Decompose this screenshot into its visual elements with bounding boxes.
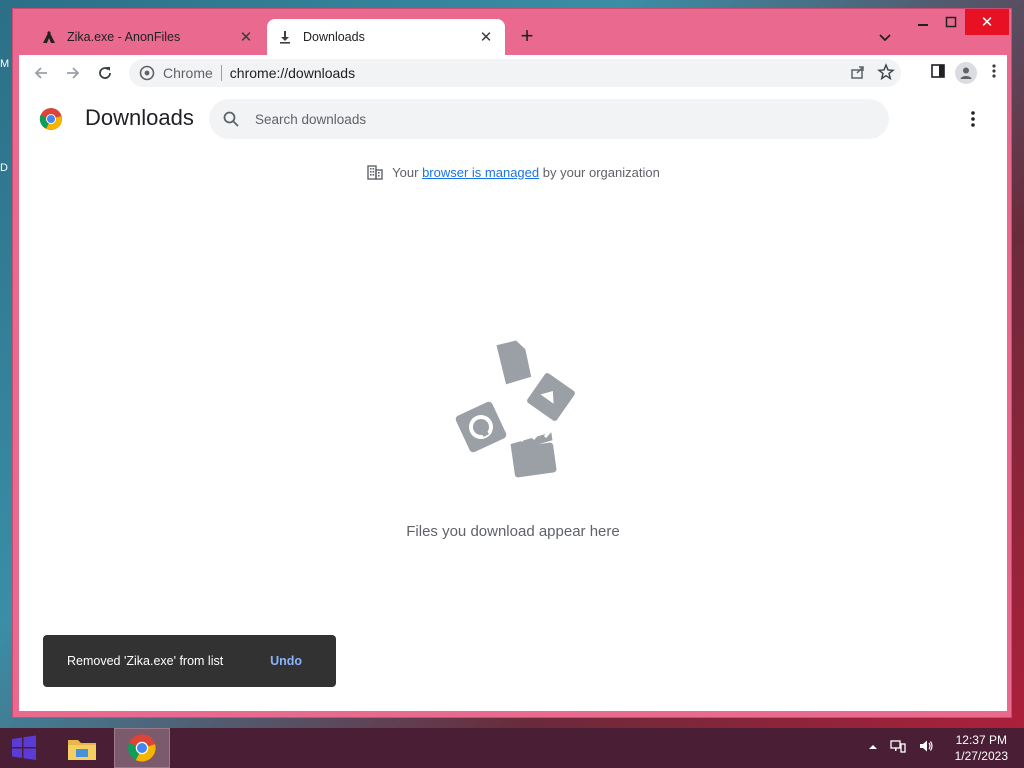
chrome-taskbar-icon[interactable] [114, 728, 170, 768]
audio-icon [455, 401, 507, 453]
managed-prefix: Your [392, 164, 419, 180]
browser-window: Zika.exe - AnonFiles ✕ Downloads ✕ + ✕ C… [12, 8, 1012, 718]
reload-icon[interactable] [91, 59, 119, 87]
search-input[interactable] [255, 111, 815, 127]
tab-title: Downloads [303, 30, 365, 44]
omnibox-chip: Chrome [163, 65, 213, 81]
chrome-page-icon [139, 65, 155, 81]
search-icon [223, 111, 239, 127]
managed-link[interactable]: browser is managed [422, 165, 539, 180]
page-title: Downloads [85, 105, 194, 130]
desktop-icon-label: D [0, 162, 8, 174]
empty-downloads-illustration [455, 340, 575, 478]
maximize-button[interactable] [939, 9, 963, 35]
managed-suffix: by your organization [542, 164, 660, 180]
document-icon [496, 340, 532, 385]
downloads-header: Downloads [19, 91, 1007, 147]
search-box[interactable] [209, 99, 889, 139]
taskbar: 12:37 PM 1/27/2023 [0, 728, 1024, 768]
clock-date: 1/27/2023 [954, 749, 1008, 763]
forward-arrow-icon[interactable] [59, 59, 87, 87]
network-icon[interactable] [890, 738, 906, 759]
tab-title: Zika.exe - AnonFiles [67, 30, 181, 44]
minimize-button[interactable] [911, 9, 935, 35]
building-icon [367, 165, 383, 180]
chrome-logo-icon [39, 108, 62, 130]
more-menu-icon[interactable] [985, 62, 1003, 85]
omnibox-url[interactable]: chrome://downloads [230, 65, 355, 81]
new-tab-button[interactable]: + [515, 25, 539, 49]
address-bar[interactable]: Chrome chrome://downloads [129, 59, 901, 87]
window-close-button[interactable]: ✕ [965, 9, 1009, 35]
downloads-page: Downloads Your browser is managed b [19, 91, 1007, 711]
browser-toolbar: Chrome chrome://downloads [19, 55, 1007, 91]
clock-time: 12:37 PM [955, 733, 1007, 747]
tab-strip: Zika.exe - AnonFiles ✕ Downloads ✕ + ✕ [13, 9, 1011, 55]
empty-state-message: Files you download appear here [406, 523, 620, 540]
tab-close-icon[interactable]: ✕ [477, 28, 495, 46]
file-explorer-icon[interactable] [54, 728, 110, 768]
downloads-menu-icon[interactable] [963, 109, 983, 129]
side-panel-icon[interactable] [929, 62, 947, 85]
toast-message: Removed 'Zika.exe' from list [67, 654, 224, 668]
share-icon[interactable] [849, 63, 867, 84]
removed-toast: Removed 'Zika.exe' from list Undo [43, 635, 336, 687]
tab-close-icon[interactable]: ✕ [237, 28, 255, 46]
back-arrow-icon[interactable] [27, 59, 55, 87]
bookmark-star-icon[interactable] [877, 62, 895, 84]
undo-button[interactable]: Undo [270, 654, 302, 668]
image-icon [527, 373, 575, 421]
download-icon [277, 29, 293, 45]
windows-start-icon[interactable] [0, 728, 48, 768]
desktop-icon-label: M [0, 58, 10, 70]
tray-expand-icon[interactable] [868, 739, 878, 757]
anonfiles-favicon-icon [41, 29, 57, 45]
managed-notice: Your browser is managed by your organiza… [19, 163, 1007, 181]
system-tray [868, 728, 934, 768]
chevron-down-icon[interactable] [875, 27, 895, 47]
taskbar-clock[interactable]: 12:37 PM 1/27/2023 [955, 732, 1008, 764]
omnibox-divider [220, 65, 222, 81]
video-icon [510, 429, 557, 478]
volume-icon[interactable] [918, 738, 934, 759]
tab-downloads[interactable]: Downloads ✕ [267, 19, 505, 55]
tab-anonfiles[interactable]: Zika.exe - AnonFiles ✕ [31, 19, 265, 55]
profile-avatar-icon[interactable] [955, 62, 977, 84]
